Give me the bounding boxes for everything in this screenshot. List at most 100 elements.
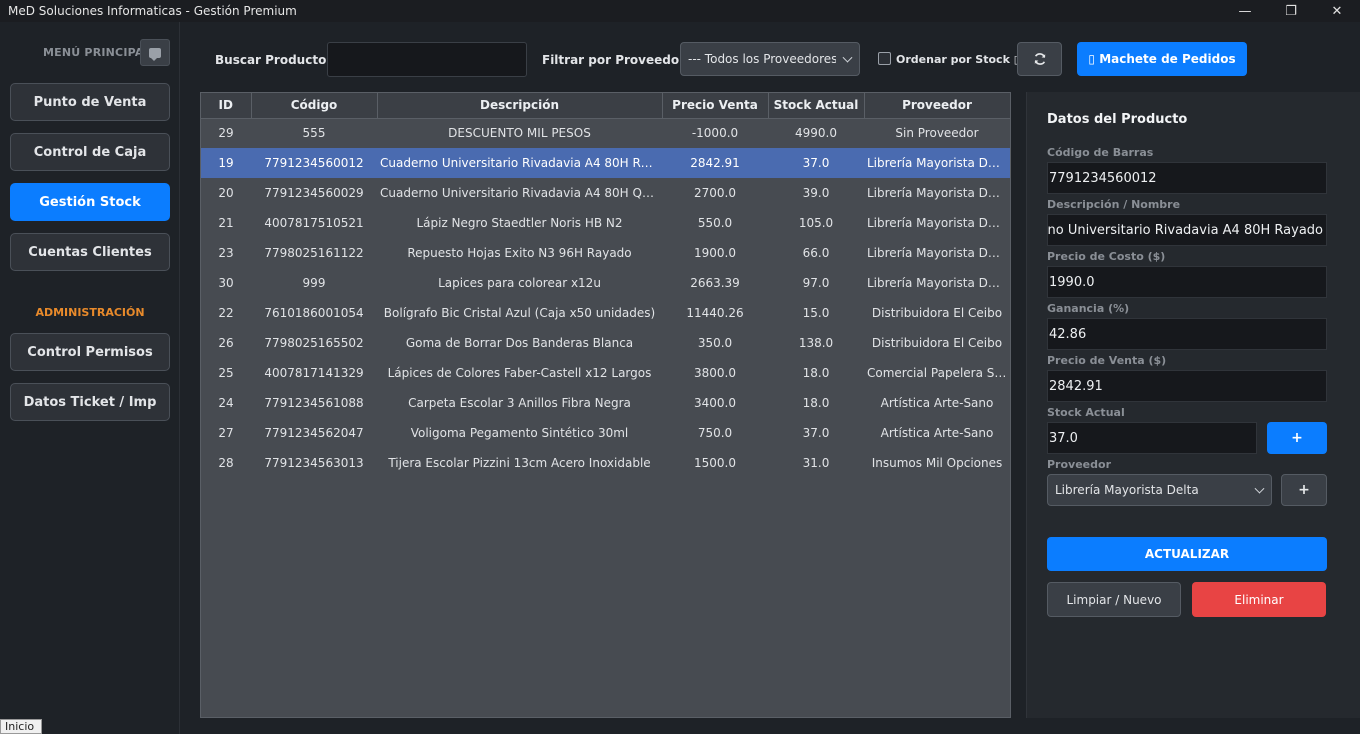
sort-by-stock-label[interactable]: Ordenar por Stock ▯ — [896, 53, 1020, 66]
search-input[interactable] — [327, 42, 527, 77]
supplier-label: Proveedor — [1047, 458, 1111, 471]
update-button[interactable]: ACTUALIZAR — [1047, 537, 1327, 571]
sidebar-item-datos-ticket[interactable]: Datos Ticket / Imp — [10, 383, 170, 421]
cell-descripcion: Lápices de Colores Faber-Castell x12 Lar… — [387, 366, 652, 380]
sort-by-stock-checkbox[interactable] — [878, 52, 891, 65]
cell-id: 26 — [218, 336, 234, 350]
cell-precio-venta: 1900.0 — [694, 246, 736, 260]
table-row[interactable]: 29 555 DESCUENTO MIL PESOS -1000.0 4990.0 Sin… — [201, 118, 1010, 148]
column-header-descripcion[interactable]: Descripción — [377, 93, 663, 119]
cell-codigo: 7798025161122 — [264, 246, 364, 260]
sidebar-item-cuentas-clientes[interactable]: Cuentas Clientes — [10, 233, 170, 271]
delete-button[interactable]: Eliminar — [1192, 582, 1326, 617]
cell-proveedor: Librería Mayorista Delta — [867, 246, 1010, 260]
cell-stock-actual: 18.0 — [802, 396, 830, 410]
cell-descripcion: Goma de Borrar Dos Banderas Blanca — [405, 336, 634, 350]
table-row[interactable]: 27 7791234562047 Voligoma Pegamento Sintét… — [201, 418, 1010, 448]
cell-descripcion: Lápiz Negro Staedtler Noris HB N2 — [416, 216, 623, 230]
window-title: MeD Soluciones Informaticas - Gestión Pr… — [8, 4, 297, 18]
cell-descripcion: Carpeta Escolar 3 Anillos Fibra Negra — [408, 396, 631, 410]
sidebar-item-control-de-caja[interactable]: Control de Caja — [10, 133, 170, 171]
filter-label: Filtrar por Proveedor: — [542, 53, 690, 67]
table-row[interactable]: 21 4007817510521 Lápiz Negro Staedtler Nor… — [201, 208, 1010, 238]
cell-proveedor: Comercial Papelera SRL — [867, 366, 1010, 380]
column-header-stock-actual[interactable]: Stock Actual — [768, 93, 865, 119]
cell-precio-venta: 2842.91 — [662, 148, 768, 178]
admin-section-title: ADMINISTRACIÓN — [35, 306, 145, 319]
cell-proveedor: Distribuidora El Ceibo — [871, 306, 1003, 320]
cell-id: 29 — [218, 126, 234, 141]
sale-price-field[interactable]: 2842.91 — [1047, 370, 1327, 402]
cell-id: 19 — [201, 148, 251, 178]
table-row[interactable]: 25 4007817141329 Lápices de Colores Faber-… — [201, 358, 1010, 388]
sidebar-item-control-permisos[interactable]: Control Permisos — [10, 333, 170, 371]
orders-cheatsheet-button[interactable]: ▯ Machete de Pedidos — [1077, 42, 1247, 76]
cell-descripcion: Cuaderno Universitario Rivadavia A4 80H … — [380, 186, 662, 200]
products-table[interactable]: ID Código Descripción Precio Venta Stock… — [200, 92, 1011, 718]
chat-icon — [149, 47, 161, 61]
cell-stock-actual: 18.0 — [802, 366, 830, 380]
minimize-button[interactable]: — — [1222, 0, 1268, 22]
cell-proveedor: Librería Mayorista Delta — [864, 148, 1010, 178]
sidebar-item-gestion-stock[interactable]: Gestión Stock — [10, 183, 170, 221]
cell-descripcion: Lapices para colorear x12u — [438, 276, 601, 290]
chevron-down-icon — [842, 52, 853, 63]
cell-descripcion: Repuesto Hojas Exito N3 96H Rayado — [407, 246, 632, 260]
supplier-filter-select[interactable]: --- Todos los Proveedores... — [680, 42, 860, 76]
cost-price-label: Precio de Costo ($) — [1047, 250, 1166, 263]
refresh-icon — [1034, 53, 1045, 65]
cell-descripcion: DESCUENTO MIL PESOS — [448, 126, 591, 141]
clear-new-button[interactable]: Limpiar / Nuevo — [1047, 582, 1181, 617]
add-supplier-button[interactable]: + — [1281, 474, 1327, 506]
taskbar-start-label[interactable]: Inicio — [0, 719, 42, 734]
supplier-select[interactable]: Librería Mayorista Delta — [1047, 474, 1272, 506]
table-row[interactable]: 22 7610186001054 Bolígrafo Bic Cristal Azu… — [201, 298, 1010, 328]
cell-stock-actual: 31.0 — [802, 456, 830, 470]
cell-id: 25 — [218, 366, 234, 380]
column-header-proveedor[interactable]: Proveedor — [864, 93, 1011, 119]
cell-proveedor: Librería Mayorista Delta — [867, 186, 1010, 200]
table-row[interactable]: 23 7798025161122 Repuesto Hojas Exito N3 9… — [201, 238, 1010, 268]
column-header-id[interactable]: ID — [201, 93, 252, 119]
supplier-filter-value: --- Todos los Proveedores... — [688, 52, 836, 66]
cell-proveedor: Librería Mayorista Delta — [867, 276, 1010, 290]
table-header-row: ID Código Descripción Precio Venta Stock… — [201, 93, 1011, 119]
stock-field[interactable]: 37.0 — [1047, 422, 1257, 454]
cell-stock-actual: 4990.0 — [795, 126, 837, 141]
table-row[interactable]: 24 7791234561088 Carpeta Escolar 3 Anillos… — [201, 388, 1010, 418]
table-row[interactable]: 26 7798025165502 Goma de Borrar Dos Bander… — [201, 328, 1010, 358]
cell-id: 21 — [218, 216, 234, 230]
cell-codigo: 7798025165502 — [264, 336, 364, 350]
close-button[interactable]: ✕ — [1314, 0, 1360, 22]
cell-codigo: 555 — [302, 126, 326, 141]
barcode-label: Código de Barras — [1047, 146, 1154, 159]
cell-proveedor: Distribuidora El Ceibo — [871, 336, 1003, 350]
refresh-button[interactable] — [1017, 42, 1062, 76]
cell-stock-actual: 97.0 — [802, 276, 830, 290]
margin-field[interactable]: 42.86 — [1047, 318, 1327, 350]
cost-price-field[interactable]: 1990.0 — [1047, 266, 1327, 298]
cell-stock-actual: 39.0 — [802, 186, 830, 200]
column-header-codigo[interactable]: Código — [251, 93, 378, 119]
table-row[interactable]: 20 7791234560029 Cuaderno Universitario Ri… — [201, 178, 1010, 208]
cell-codigo: 7791234561088 — [264, 396, 364, 410]
product-details-panel: Datos del Producto Código de Barras 7791… — [1026, 92, 1360, 718]
column-header-precio-venta[interactable]: Precio Venta — [662, 93, 769, 119]
table-row[interactable]: 19 7791234560012 Cuaderno Universitario Ri… — [201, 148, 1010, 178]
sale-price-label: Precio de Venta ($) — [1047, 354, 1167, 367]
cell-descripcion: Voligoma Pegamento Sintético 30ml — [410, 426, 629, 440]
cell-stock-actual: 37.0 — [768, 148, 864, 178]
table-row[interactable]: 30 999 Lapices para colorear x12u 2663.39 97… — [201, 268, 1010, 298]
description-field[interactable]: Cuaderno Universitario Rivadavia A4 80H … — [1047, 214, 1327, 246]
cell-precio-venta: 2700.0 — [694, 186, 736, 200]
cell-proveedor: Sin Proveedor — [895, 126, 979, 141]
add-stock-button[interactable]: + — [1267, 422, 1327, 454]
barcode-field[interactable]: 7791234560012 — [1047, 162, 1327, 194]
sidebar-item-punto-de-venta[interactable]: Punto de Venta — [10, 83, 170, 121]
maximize-button[interactable]: ❐ — [1268, 0, 1314, 22]
menu-toggle-button[interactable] — [140, 39, 170, 66]
cell-descripcion: Cuaderno Universitario Rivadavia A4 80H … — [377, 148, 662, 178]
table-row[interactable]: 28 7791234563013 Tijera Escolar Pizzini 13… — [201, 448, 1010, 478]
cell-id: 22 — [218, 306, 234, 320]
cell-descripcion: Bolígrafo Bic Cristal Azul (Caja x50 uni… — [383, 306, 656, 320]
